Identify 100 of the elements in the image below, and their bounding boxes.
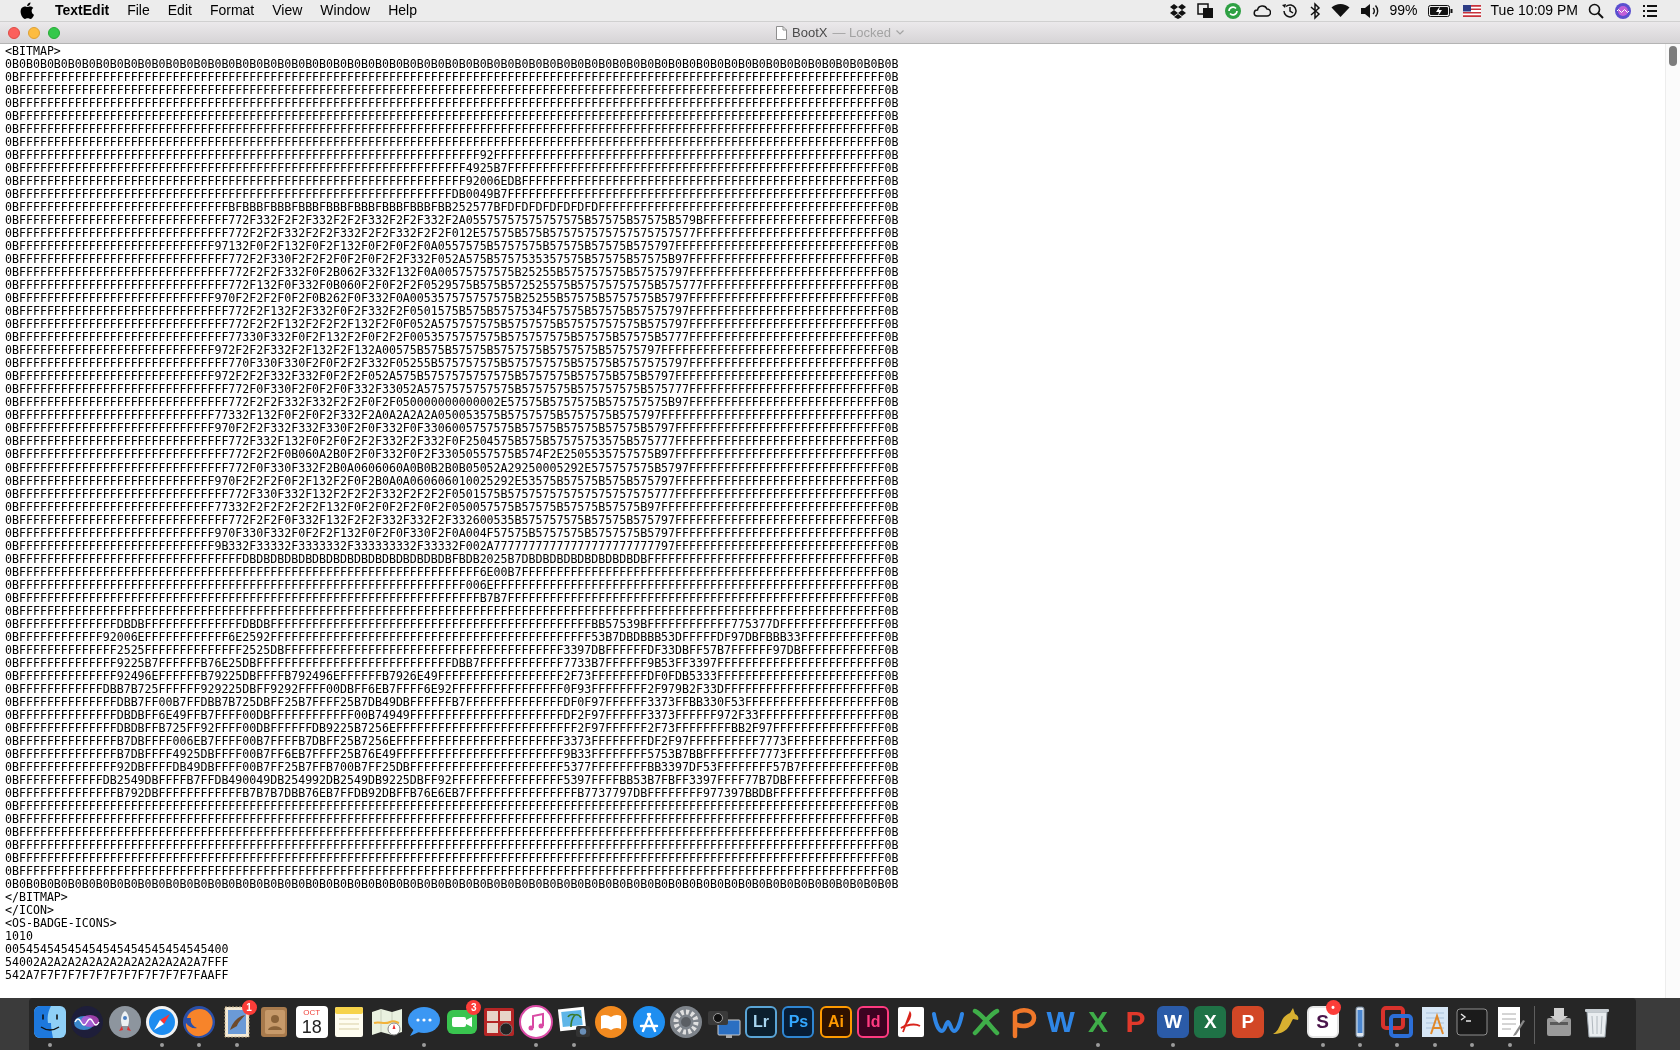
text-line: 0BFFFFFFFFFFFFFFFFFFFFFFFFFFFFFF772F332F132F0F2F0F2F2F332F2F332F0F2504575B575B57575753575B575777FFFFFFFFFFFFFFFFFFFFFFFFFFFFFF0B xyxy=(5,435,899,449)
app-menu[interactable]: TextEdit xyxy=(46,0,119,21)
text-line: 0BFFFFFFFFFFFFFFFFFFFFFFFFFFFFFFFFFFFFFFFFFFFFFFFFFFFFFFFFFFFFFFDB0049B7FFFFFFFFFFFFFFFFFFFFFFFFFFFFFFFFFFFFFFFFFFFFFFFFFFFFFF0B xyxy=(5,188,899,202)
document-icon xyxy=(776,25,787,40)
text-line: 0BFFFFFFFFFFFFFFFFFFFFFFFFFFFF972F2F2F332F332F0F2F2F052A575B5757575757575B5757575B57575B575B5797FFFFFFFFFFFFFFFFFFFFFFFFFFFFFF0B xyxy=(5,370,899,384)
text-line: <BITMAP> xyxy=(5,45,61,58)
rocket-icon[interactable] xyxy=(106,1004,143,1040)
text-line: 0BFFFFFFFFFFFFFFFFFFFFFFFFFFFF970F330F332F0F2F2F132F0F2F0F330F2F0A004F57575B5757575B5757575B5797FFFFFFFFFFFFFFFFFFFFFFFFFFFFFF0B xyxy=(5,526,899,540)
text-line: 0BFFFFFFFFFFFFFFFFFFFFFFFFFFFFFFFFFFFFFFFFFFFFFFFFFFFFFFFFFFFFFFFFFF92FFFFFFFFFFFFFFFFFFFFFFFFFFFFFFFFFFFFFFFFFFFFFFFFFFFFFFFF0B xyxy=(5,149,899,163)
text-line: 0BFFFFFFFFFFFFFFFFFFFFFFFFFFFFFFFFFFFFFFFFFFFFFFFFFFFFFFFFFFFFFFFF4925B7FFFFFFFFFFFFFFFFFFFFFFFFFFFFFFFFFFFFFFFFFFFFFFFFFFFFFF0B xyxy=(5,162,899,176)
text-line: 0BFFFFFFFFFFFFFFFFFFFFFFFFFFFFFF772F2F330F2F2F2F0F2F0F2F2F332F052A575B5757535357575B57575B57575B97FFFFFFFFFFFFFFFFFFFFFFFFFFFF0B xyxy=(5,253,899,267)
cloud-icon[interactable] xyxy=(1251,2,1271,19)
battery-icon[interactable] xyxy=(1427,4,1453,17)
app-tile[interactable]: Ps xyxy=(782,1006,815,1038)
app-letter[interactable]: W xyxy=(1044,1006,1077,1038)
text-line: 54002A2A2A2A2A2A2A2A2A2A2A2A7FFF xyxy=(5,956,229,970)
text-line: 0BFFFFFFFFFFFFFFFFFFFFFFFFFFFFFF772F332F2F2F332F2F2F332F2F2F332F2A05575757575757575B57575B57575B579BFFFFFFFFFFFFFFFFFFFFFFFFFF0B xyxy=(5,214,899,228)
text-line: 0BFFFFFFFFFFFFFFFFFFFFFFFFFFFF970F2F2F2F0F2F132F2F0F2B0A0A060606010025292E53575B57575B575B575797FFFFFFFFFFFFFFFFFFFFFFFFFFFFFF0B xyxy=(5,474,899,488)
app-tile[interactable]: P xyxy=(1231,1006,1264,1038)
text-line: 0BFFFFFFFFFFFFFFFFFFFFFFFFFFFFFF772F132F0F332F0B060F2F0F2F2F0529575B575B572525575B57575757575B575777FFFFFFFFFFFFFFFFFFFFFFFFFF0B xyxy=(5,279,899,293)
text-line: 0BFFFFFFFFFFFFFFFFFFFFFFFFFFFFFFFFFFFFFFFFFFFFFFFFFFFFFFFFFFFFFFFFFFFFFFFFFFFFFFFFFFFFFFFFFFFFFFFFFFFFFFFFFFFFFFFFFFFFFFFFFFFF0B xyxy=(5,838,899,852)
text-line: 00545454545454545454545454545400 xyxy=(5,943,229,957)
list-icon[interactable] xyxy=(1642,3,1658,18)
text-line: 0BFFFFFFFFFFFFFFFFFFFFFFFFFFFFFF772F2F2F0F332F132F2F2F332F332F2F332600535B575757575B57575B575797FFFFFFFFFFFFFFFFFFFFFFFFFFFFFF0B xyxy=(5,513,899,527)
orb-icon[interactable] xyxy=(69,1004,106,1040)
app-tile[interactable]: Ai xyxy=(819,1006,852,1038)
text-line: 0BFFFFFFFFFFFFFFFFFFFFFFFFFFFF9B332F33332F3333332F333333332F33332F002A77777777777777777777777797FFFFFFFFFFFFFFFFFFFFFFFFFFFFFF0B xyxy=(5,539,899,553)
stacked-squares-icon[interactable] xyxy=(1196,2,1214,19)
search-icon[interactable] xyxy=(1588,2,1604,19)
window-title: BootX xyxy=(792,25,828,40)
text-line: 0BFFFFFFFFFFFFFFDBDBFFFFFFFFFFFFFFDBDBFFFFFFFFFFFFFFFFFFFFFFFFFFFFFFFFFFFFFFFFFFFFFFBB57539BFFFFFFFFFFFF775377DFFFFFFFFFFFFFFF0B xyxy=(5,617,899,631)
gear-icon[interactable] xyxy=(668,1004,705,1040)
open-book-icon[interactable] xyxy=(593,1004,630,1040)
text-line: 0BFFFFFFFFFFFFFFFFFFFFFFFFFFFFFF772F330F332F132F2F2F2F332F2F2F2F0501575B575757575757575757575777FFFFFFFFFFFFFFFFFFFFFFFFFFFFFF0B xyxy=(5,487,899,501)
calendar-day: 18 xyxy=(301,1017,322,1037)
app-tile[interactable]: Id xyxy=(857,1006,890,1038)
a-strokes-icon[interactable] xyxy=(630,1004,667,1040)
text-line: 0BFFFFFFFFFFFFFFFFFFFFFFFFFFFFFFFFFFFFFFFFFFFFFFFFFFFFFFFFFFFFFFFFFFB7B7FFFFFFFFFFFFFFFFFFFFFFFFFFFFFFFFFFFFFFFFFFFFFFFFFFFFFF0B xyxy=(5,591,899,605)
scrollbar-thumb[interactable] xyxy=(1669,46,1677,66)
text-line: 1010 xyxy=(5,930,33,944)
menu-item[interactable]: Help xyxy=(379,0,426,21)
menu-item[interactable]: File xyxy=(118,0,159,21)
box-icon[interactable] xyxy=(1168,2,1187,19)
music-note-icon[interactable] xyxy=(518,1004,555,1040)
text-line: 0BFFFFFFFFFFFFFFFFFFFFFFFFFFFFFF772F2F2F132F2F2F2F132F2F0F052A575757575B5757575B57575757575B575797FFFFFFFFFFFFFFFFFFFFFFFFFFFF0B xyxy=(5,318,899,332)
text-line: 0BFFFFFFFFFFFFFFFFFFFFFFFFFFFFFF772F2F2F332F2F2F332F2F2F332F2F2F012E57575B575B575757575757575757577FFFFFFFFFFFFFFFFFFFFFFFFFFF0B xyxy=(5,227,899,241)
close-button[interactable] xyxy=(8,26,20,39)
text-line: </BITMAP> xyxy=(5,891,68,905)
compass-icon[interactable] xyxy=(144,1004,181,1040)
history-clock-icon[interactable] xyxy=(1280,1,1299,20)
text-line: 0BFFFFFFFFFFFFFFFFFFFFFFFFFFFFFFFFFFFFFFFFFFFFFFFFFFFFFFFFFFFFFFFFFFFFFFFFFFFFFFFFFFFFFFFFFFFFFFFFFFFFFFFFFFFFFFFFFFFFFFFFFFFF0B xyxy=(5,825,899,839)
text-line: 0B0B0B0B0B0B0B0B0B0B0B0B0B0B0B0B0B0B0B0B0B0B0B0B0B0B0B0B0B0B0B0B0B0B0B0B0B0B0B0B0B0B0B0B0B0B0B0B0B0B0B0B0B0B0B0B0B0B0B0B0B0B0B0B xyxy=(5,58,899,72)
app-tile[interactable]: Lr xyxy=(745,1006,778,1038)
calendar-tile[interactable]: OCT 18 xyxy=(295,1006,328,1038)
text-line: 0B0B0B0B0B0B0B0B0B0B0B0B0B0B0B0B0B0B0B0B0B0B0B0B0B0B0B0B0B0B0B0B0B0B0B0B0B0B0B0B0B0B0B0B0B0B0B0B0B0B0B0B0B0B0B0B0B0B0B0B0B0B0B0B xyxy=(5,878,899,891)
bluetooth-icon[interactable] xyxy=(1308,1,1321,20)
app-tile[interactable]: W xyxy=(1156,1006,1189,1038)
text-line: 0BFFFFFFFFFFFFFFFFFFFFFFFFFFFFFFFFFFFFFFFFFFFFFFFFFFFFFFFFFFFFFFFFFFFFFFFFFFFFFFFFFFFFFFFFFFFFFFFFFFFFFFFFFFFFFFFFFFFFFFFFFFFF0B xyxy=(5,84,899,98)
text-line: 0BFFFFFFFFFFFFFF92DBFFFFDB49DBFFFF00B7FF25B7FFB700B7FF25DBFFFFFFFFFFFFFFFFFFFFFF5377FFFFFFFFBB3397DF53FFFFFFFF57B7FFFFFFFFFFFF0B xyxy=(5,760,899,774)
sync-circle-icon[interactable] xyxy=(1223,1,1242,20)
text-line: 0BFFFFFFFFFFFFFFB7DBFFFF4925DBFFFF00B7FF6EB7FFFF25B76E49FFFFFFFFFFFFFFFFFFFFFFFF9B33FFFFFFFF5753B7BBFFFFFFFF7773FFFFFFFFFFFFFF0B xyxy=(5,747,899,761)
notification-badge: 3 xyxy=(466,1000,482,1015)
text-line: 0BFFFFFFFFFFFFFFFFFFFFFFFFFFFFFFFFFFFFFFFFFFFFFFFFFFFFFFFFFFFFFFFFFFFFFFFFFFFFFFFFFFFFFFFFFFFFFFFFFFFFFFFFFFFFFFFFFFFFFFFFFFFF0B xyxy=(5,865,899,878)
text-line: 0BFFFFFFFFFFFFFFFFFFFFFFFFFFFFFF772F2F2F332F0F2B062F332F132F0A00575757575B25255B575757575B57575797FFFFFFFFFFFFFFFFFFFFFFFFFFFF0B xyxy=(5,266,899,280)
text-line: 0BFFFFFFFFFFFFFFFFFFFFFFFFFFFFFFFFFFFFFFFFFFFFFFFFFFFFFFFFFFFFFFFF92006EDBFFFFFFFFFFFFFFFFFFFFFFFFFFFFFFFFFFFFFFFFFFFFFFFFFFFF0B xyxy=(5,175,899,189)
text-line: 0BFFFFFFFFFFFFFFFFFFFFFFFFFFFF77332F132F0F2F0F2F332F2A0A2A2A2A050053575B5757575B5757575B575797FFFFFFFFFFFFFFFFFFFFFFFFFFFFFFFF0B xyxy=(5,409,899,423)
menu-item[interactable]: Window xyxy=(311,0,380,21)
app-letter[interactable]: X xyxy=(1081,1006,1114,1038)
app-tile[interactable]: X xyxy=(1194,1006,1227,1038)
menu-item[interactable]: Edit xyxy=(158,0,201,21)
battery-percentage[interactable]: 99% xyxy=(1389,0,1418,21)
flag-icon[interactable] xyxy=(1462,4,1481,17)
text-line: 0BFFFFFFFFFFFFDB2549DBFFFFB7FFDB490049DB254992DB2549DB9225DBFF92FFFFFFFFFFFFFFFF5397FFFFBB53B7FBFF3397FFFF77B7DBFFFFFFFFFFFFFF0B xyxy=(5,773,899,787)
photo-camera-icon[interactable] xyxy=(555,1004,592,1040)
menu-item[interactable]: View xyxy=(263,0,312,21)
menu-item[interactable]: Format xyxy=(200,0,264,21)
text-line: 0BFFFFFFFFFFFFFFFFFFFFFFFFFFFFFF770F330F330F2F0F2F2F332F05255B575757575B575757575B57575B5757575797FFFFFFFFFFFFFFFFFFFFFFFFFFFF0B xyxy=(5,357,899,371)
text-line: 0BFFFFFFFFFFFFFFDBDBFF6E49FFB7FFFF00DBFFFFFFFFFFFF00B74949FFFFFFFFFFFFFFFFFFFFFFDF2F97FFFFFF3373FFFFFF972F33FFFFFFFFFFFFFFFFFF0B xyxy=(5,708,899,722)
text-line: </ICON> xyxy=(5,904,54,918)
text-line: 0BFFFFFFFFFFFFFFFFFFFFFFFFFFFFFFFFFFFFFFFFFFFFFFFFFFFFFFFFFFFFFFFFFFFFFFFFFFFFFFFFFFFFFFFFFFFFFFFFFFFFFFFFFFFFFFFFFFFFFFFFFFFF0B xyxy=(5,799,899,813)
clock[interactable]: Tue 10:09 PM xyxy=(1490,0,1578,21)
text-line: 0BFFFFFFFFFFFFFFFFFFFFFFFFFFFF972F2F2F332F2F132F2F132A00575B575B57575B5757575B5757575B57575797FFFFFFFFFFFFFFFFFFFFFFFFFFFFFFFF0B xyxy=(5,344,899,358)
text-line: 0BFFFFFFFFFFFFFFFFFFFFFFFFFFFFFF772F2F2F0B060A2B0F2F0F332F0F2F33050557575B574F2E2505535757575B97FFFFFFFFFFFFFFFFFFFFFFFFFFFFFF0B xyxy=(5,448,899,462)
flame-globe-icon[interactable] xyxy=(181,1004,218,1040)
orb-icon[interactable] xyxy=(1614,1,1632,20)
text-line: 0BFFFFFFFFFFFFFFFFFFFFFFFFFFFFFFFFFFFFFFFFFFFFFFFFFFFFFFFFFFFFFFFF006EFFFFFFFFFFFFFFFFFFFFFFFFFFFFFFFFFFFFFFFFFFFFFFFFFFFFFFFF0B xyxy=(5,578,899,592)
text-line: 0BFFFFFFFFFFFFFFFFFFFFFFFFFFFFFF772F0F330F2F0F2F0F332F33052A5757575757575B5757575B575757575B575777FFFFFFFFFFFFFFFFFFFFFFFFFFFF0B xyxy=(5,383,899,397)
text-line: 0BFFFFFFFFFFFFFF2525FFFFFFFFFFFFFF2525DBFFFFFFFFFFFFFFFFFFFFFFFFFFFFFFFFFFFFFFFF3397DBFFFFFFDF33DBFF57B7FFFFFF97DBFFFFFFFFFFFF0B xyxy=(5,643,899,657)
text-line: <OS-BADGE-ICONS> xyxy=(5,917,117,931)
apple-icon[interactable] xyxy=(20,2,34,19)
smiling-face-icon[interactable] xyxy=(31,1004,68,1040)
text-line: 0BFFFFFFFFFFFFFFFFFFFFFFFFFFFFFF772F0F330F332F2B0A0606060A0B0B2B0B05052A29250005292E575757575B5797FFFFFFFFFFFFFFFFFFFFFFFFFFFF0B xyxy=(5,461,899,475)
text-line: 0BFFFFFFFFFFFFFFFFFFFFFFFFFFFFFFBFBBBFBBBFBBBFBBBFBBBFBBBFBBBFBB252577BFDFDFDFDFDFDFDFFFFFFFFFFFFFFFFFFFFFFFFFFFFFFFFFFFFFFFFF0B xyxy=(5,201,899,215)
text-line: 0BFFFFFFFFFFFFFFFFFFFFFFFFFFFFFFFFFFFFFFFFFFFFFFFFFFFFFFFFFFFFFFFFFFFFFFFFFFFFFFFFFFFFFFFFFFFFFFFFFFFFFFFFFFFFFFFFFFFFFFFFFFFF0B xyxy=(5,71,899,85)
text-line: 0BFFFFFFFFFFFFFFFFFFFFFFFFFFFFFFFFFFFFFFFFFFFFFFFFFFFFFFFFFFFFFFFFFFFFFFFFFFFFFFFFFFFFFFFFFFFFFFFFFFFFFFFFFFFFFFFFFFFFFFFFFFFF0B xyxy=(5,97,899,111)
text-line: 0BFFFFFFFFFFFF92006EFFFFFFFFFFFF6E2592FFFFFFFFFFFFFFFFFFFFFFFFFFFFFFFFFFFFFFFFFFFFFF53B7DBDBBB53DFFFFFDF97DBFBBB33FFFFFFFFFFFF0B xyxy=(5,630,899,644)
volume-icon[interactable] xyxy=(1359,2,1380,19)
text-line: 0BFFFFFFFFFFFFDBB7B725FFFFFF929225DBFF9292FFFF00DBFF6EB7FFFF6E92FFFFFFFFFFFFFFFF0F93FFFFFFFF2F979B2F33DFFFFFFFFFFFFFFFFFFFFFFF0B xyxy=(5,682,899,696)
text-line: 0BFFFFFFFFFFFFFFFFFFFFFFFFFFFFFFFFFFFFFFFFFFFFFFFFFFFFFFFFFFFFFFFFFFFFFFFFFFFFFFFFFFFFFFFFFFFFFFFFFFFFFFFFFFFFFFFFFFFFFFFFFFFF0B xyxy=(5,851,899,865)
wifi-icon[interactable] xyxy=(1330,3,1350,18)
